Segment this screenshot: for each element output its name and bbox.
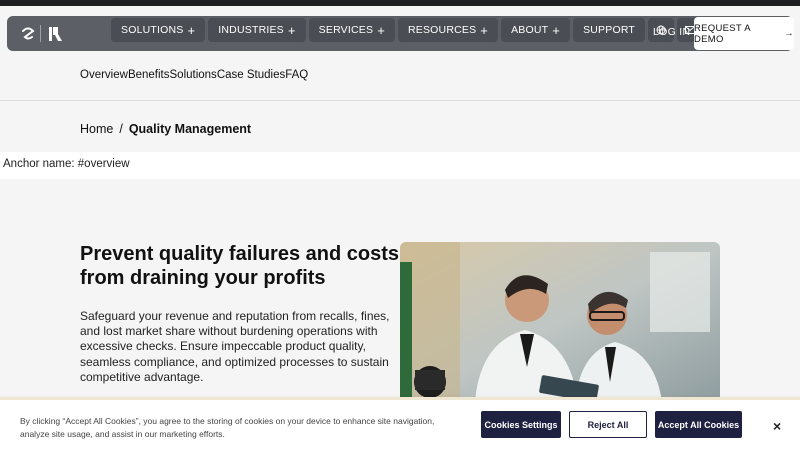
cookie-message: By clicking “Accept All Cookies”, you ag… xyxy=(20,416,435,439)
top-strip xyxy=(0,0,800,6)
plus-icon: + xyxy=(377,22,385,38)
brand-logo-icon[interactable] xyxy=(19,25,37,43)
tab-overview[interactable]: Overview xyxy=(80,69,128,81)
tab-solutions[interactable]: Solutions xyxy=(170,69,217,81)
accept-all-button[interactable]: Accept All Cookies xyxy=(655,411,742,438)
nav-about[interactable]: ABOUT + xyxy=(501,18,571,42)
cookie-banner: By clicking “Accept All Cookies”, you ag… xyxy=(0,397,800,450)
anchor-band: Anchor name: #overview xyxy=(0,152,800,179)
hero-description: Safeguard your revenue and reputation fr… xyxy=(80,309,390,384)
hero-title: Prevent quality failures and costs from … xyxy=(80,243,399,289)
cookie-settings-button[interactable]: Cookies Settings xyxy=(481,411,561,438)
tab-faq[interactable]: FAQ xyxy=(285,69,308,81)
nav-services[interactable]: SERVICES + xyxy=(308,18,395,42)
plus-icon: + xyxy=(480,22,489,38)
close-icon[interactable]: × xyxy=(773,418,781,434)
breadcrumb: Home / Quality Management xyxy=(80,122,251,136)
reject-all-button[interactable]: Reject All xyxy=(569,411,647,438)
divider xyxy=(0,100,800,101)
tab-benefits[interactable]: Benefits xyxy=(128,69,170,81)
nav-resources[interactable]: RESOURCES + xyxy=(397,18,499,42)
anchor-label: Anchor name: #overview xyxy=(3,158,130,170)
nav-menu: SOLUTIONS + INDUSTRIES + SERVICES + RESOURC… xyxy=(111,18,704,42)
nav-industries[interactable]: INDUSTRIES + xyxy=(208,18,306,42)
plus-icon: + xyxy=(552,22,561,38)
logo-divider xyxy=(40,25,41,42)
cookie-banner-edge xyxy=(0,397,800,400)
tab-case-studies[interactable]: Case Studies xyxy=(217,69,285,81)
nav-solutions[interactable]: SOLUTIONS + xyxy=(111,18,206,42)
login-link[interactable]: LOG IN xyxy=(653,26,690,38)
request-demo-label: REQUEST A DEMO xyxy=(694,22,751,45)
plus-icon: + xyxy=(187,22,196,38)
page-section-tabs: Overview Benefits Solutions Case Studies… xyxy=(80,69,308,81)
breadcrumb-separator: / xyxy=(119,122,123,136)
hero-image xyxy=(400,242,720,402)
plus-icon: + xyxy=(287,22,296,38)
breadcrumb-home[interactable]: Home xyxy=(80,122,113,136)
brand-wordmark-icon[interactable] xyxy=(47,25,65,43)
breadcrumb-current: Quality Management xyxy=(128,122,252,136)
nav-support[interactable]: SUPPORT xyxy=(573,18,646,42)
main-navbar: SOLUTIONS + INDUSTRIES + SERVICES + RESOURC… xyxy=(7,16,793,51)
request-demo-button[interactable]: REQUEST A DEMO → xyxy=(694,17,794,50)
arrow-right-icon: → xyxy=(784,28,794,39)
